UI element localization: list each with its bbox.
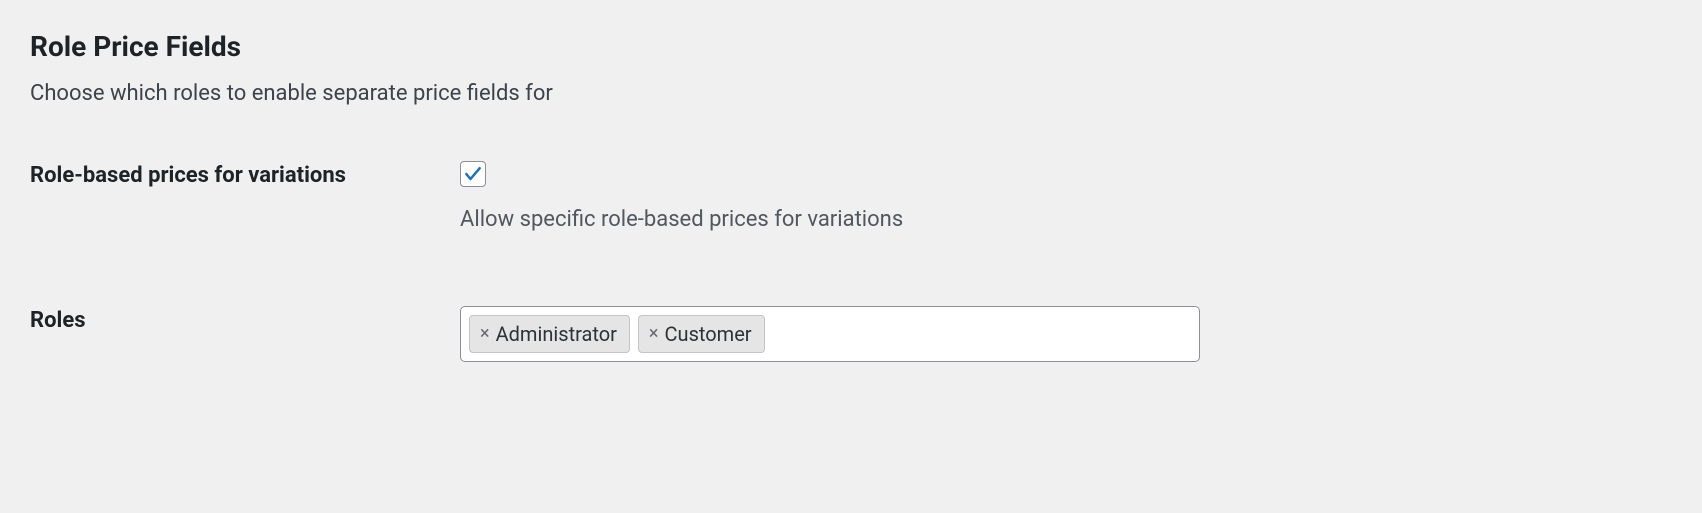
- section-title: Role Price Fields: [30, 30, 1672, 63]
- roles-multiselect[interactable]: ×Administrator×Customer: [460, 306, 1200, 362]
- roles-label: Roles: [30, 306, 440, 337]
- field-row-variations: Role-based prices for variations Allow s…: [30, 161, 1672, 236]
- check-icon: [463, 164, 483, 184]
- remove-tag-icon[interactable]: ×: [478, 325, 492, 343]
- role-tag-label: Customer: [665, 322, 752, 346]
- role-tag-label: Administrator: [496, 322, 617, 346]
- variations-label: Role-based prices for variations: [30, 161, 440, 192]
- role-tag: ×Administrator: [469, 315, 630, 353]
- variations-checkbox[interactable]: [460, 161, 486, 187]
- field-row-roles: Roles ×Administrator×Customer: [30, 306, 1672, 362]
- role-tag: ×Customer: [638, 315, 765, 353]
- section-description: Choose which roles to enable separate pr…: [30, 81, 1672, 106]
- remove-tag-icon[interactable]: ×: [647, 325, 661, 343]
- variations-description: Allow specific role-based prices for var…: [460, 205, 1672, 236]
